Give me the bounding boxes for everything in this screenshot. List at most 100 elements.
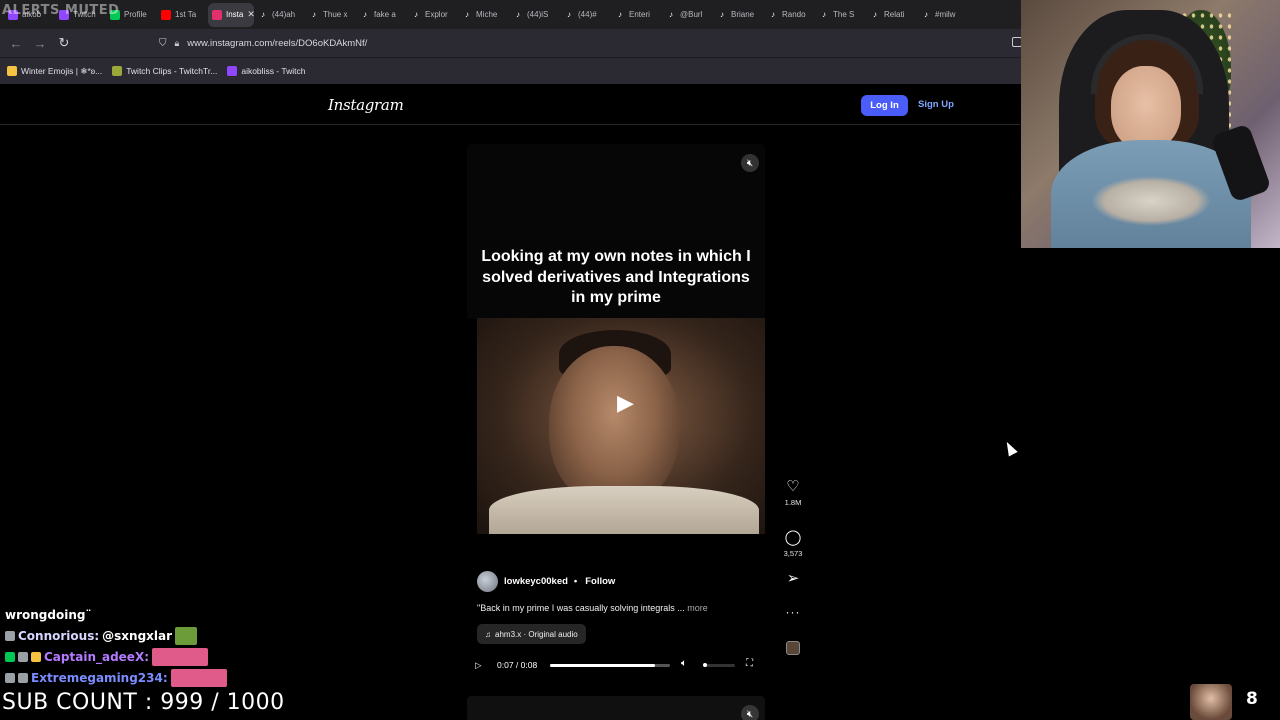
tab-favicon-icon <box>161 9 171 20</box>
comment-count: 3,573 <box>783 549 803 558</box>
like-action[interactable]: ♡ 1.8M <box>778 479 808 508</box>
tab-label: @Burl <box>680 10 703 19</box>
muted-speaker-icon[interactable]: 🔇︎ <box>741 705 759 720</box>
back-arrow-icon[interactable]: ← <box>4 31 28 55</box>
volume-icon[interactable]: 🔈︎ <box>681 658 687 669</box>
tab-label: Insta <box>226 10 244 19</box>
bookmark-label: Winter Emojis | ❄*ʚ... <box>21 65 103 76</box>
bookmark-item[interactable]: Twitch Clips - TwitchTr... <box>112 66 217 76</box>
next-reel-preview[interactable]: 🔇︎ <box>467 696 765 720</box>
browser-tab[interactable]: ♪ Explor <box>407 3 458 27</box>
chat-username: Connorious: <box>18 628 100 643</box>
browser-tab[interactable]: ♪ Thue x <box>305 3 356 27</box>
audio-thumbnail[interactable] <box>786 641 800 655</box>
browser-tab[interactable]: Profile <box>106 3 157 27</box>
browser-tab[interactable]: ♪ Rando <box>764 3 815 27</box>
browser-tab[interactable]: ♪ (44)ah <box>254 3 305 27</box>
browser-tab[interactable]: ♪ #milw <box>917 3 968 27</box>
chat-badge-icon <box>18 651 28 662</box>
share-action[interactable]: ➢ <box>778 571 808 587</box>
chat-message: Extremegaming234: <box>5 667 305 688</box>
author-avatar[interactable] <box>477 571 498 592</box>
bookmark-icon <box>227 66 238 76</box>
tab-favicon-icon <box>110 9 120 20</box>
tab-favicon-icon: ♪ <box>516 9 520 19</box>
audio-pill[interactable]: ♫ ahm3.x · Original audio <box>477 624 586 644</box>
video-figure-face <box>549 346 679 506</box>
tab-label: Miche <box>476 10 498 19</box>
instagram-logo[interactable]: Instagram <box>328 96 404 114</box>
browser-tab[interactable]: ♪ Miche <box>458 3 509 27</box>
tab-label: #milw <box>935 10 956 19</box>
more-options-icon[interactable]: ··· <box>778 605 808 619</box>
tab-favicon-icon: ♪ <box>873 9 877 19</box>
description-text: "Back in my prime I was casually solving… <box>477 603 685 613</box>
browser-tab[interactable]: aikob <box>4 3 55 27</box>
tab-favicon-icon: ♪ <box>363 9 367 19</box>
tab-label: The S <box>833 10 855 19</box>
browser-tab[interactable]: ♪ Briane <box>713 3 764 27</box>
browser-tab[interactable]: Insta ✕ <box>208 2 254 27</box>
browser-tab[interactable]: Twitch <box>55 3 106 27</box>
sub-count: SUB COUNT : 999 / 1000 <box>2 690 285 715</box>
tab-favicon-icon: ♪ <box>720 9 724 19</box>
volume-slider[interactable] <box>703 664 735 667</box>
play-icon[interactable]: ▶ <box>617 390 634 416</box>
reload-icon[interactable]: ↻ <box>52 31 76 55</box>
muted-speaker-icon[interactable]: 🔇︎ <box>741 154 759 172</box>
send-icon[interactable]: ➢ <box>778 571 808 587</box>
tab-favicon-icon <box>59 9 69 20</box>
reel-video-frame[interactable]: ▶ <box>477 318 765 534</box>
bookmark-item[interactable]: aikobliss - Twitch <box>227 66 305 76</box>
chat-username: Extremegaming234: <box>31 670 168 685</box>
login-button[interactable]: Log In <box>861 95 908 116</box>
chat-badge-icon <box>5 672 15 683</box>
browser-tab[interactable]: 1st Ta <box>157 3 208 27</box>
reel-player[interactable]: Looking at my own notes in which I solve… <box>467 144 765 676</box>
chat-text: wrongdoing¨ <box>5 607 92 622</box>
bookmark-icon <box>7 66 17 76</box>
tab-favicon-icon: ♪ <box>771 9 775 19</box>
comment-icon[interactable]: ◯ <box>778 530 808 546</box>
tab-close-icon[interactable]: ✕ <box>247 9 254 20</box>
tab-label: Profile <box>124 10 147 19</box>
comment-action[interactable]: ◯ 3,573 <box>778 530 808 559</box>
viewer-avatar <box>1190 684 1232 720</box>
bookmark-item[interactable]: Winter Emojis | ❄*ʚ... <box>7 66 102 77</box>
tab-favicon-icon: ♪ <box>414 9 418 19</box>
chat-message: Connorious: @sxngxlar <box>5 625 305 646</box>
reel-description: "Back in my prime I was casually solving… <box>477 603 708 613</box>
chat-message: Captain_adeeX: <box>5 646 305 667</box>
chat-badge-icon <box>31 651 41 662</box>
chat-emote <box>175 626 198 645</box>
follow-button[interactable]: Follow <box>585 576 615 587</box>
separator-dot: • <box>573 576 578 587</box>
browser-tab[interactable]: ♪ Relati <box>866 3 917 27</box>
browser-tab[interactable]: ♪ (44)# <box>560 3 611 27</box>
fullscreen-icon[interactable]: ⛶ <box>746 658 753 669</box>
signup-link[interactable]: Sign Up <box>918 99 954 110</box>
browser-tab[interactable]: ♪ The S <box>815 3 866 27</box>
heart-icon[interactable]: ♡ <box>778 479 808 495</box>
browser-tab[interactable]: ♪ (44)iS <box>509 3 560 27</box>
url-text[interactable]: www.instagram.com/reels/DO6oKDAkmNf/ <box>187 38 367 49</box>
forward-arrow-icon[interactable]: → <box>28 31 52 55</box>
tab-label: (44)iS <box>527 10 549 19</box>
progress-bar[interactable] <box>550 664 670 667</box>
author-username[interactable]: lowkeyc00ked <box>504 576 568 587</box>
play-button-icon[interactable]: ▷ <box>475 660 487 671</box>
tab-label: Twitch <box>73 10 96 19</box>
tab-label: (44)# <box>578 10 597 19</box>
shield-icon[interactable]: ⛉ <box>159 38 167 49</box>
tab-label: Briane <box>731 10 755 19</box>
volume-knob[interactable] <box>703 663 707 667</box>
browser-tab[interactable]: ♪ @Burl <box>662 3 713 27</box>
lock-icon[interactable]: 🔒︎ <box>175 38 180 49</box>
time-display: 0:07 / 0:08 <box>497 660 538 670</box>
more-link[interactable]: more <box>687 603 708 613</box>
browser-tab[interactable]: ♪ Enteri <box>611 3 662 27</box>
chat-badge-icon <box>5 630 15 641</box>
tab-favicon-icon: ♪ <box>669 9 673 19</box>
address-bar[interactable]: ⛉ 🔒︎ www.instagram.com/reels/DO6oKDAkmNf… <box>155 33 1020 53</box>
browser-tab[interactable]: ♪ fake a <box>356 3 407 27</box>
